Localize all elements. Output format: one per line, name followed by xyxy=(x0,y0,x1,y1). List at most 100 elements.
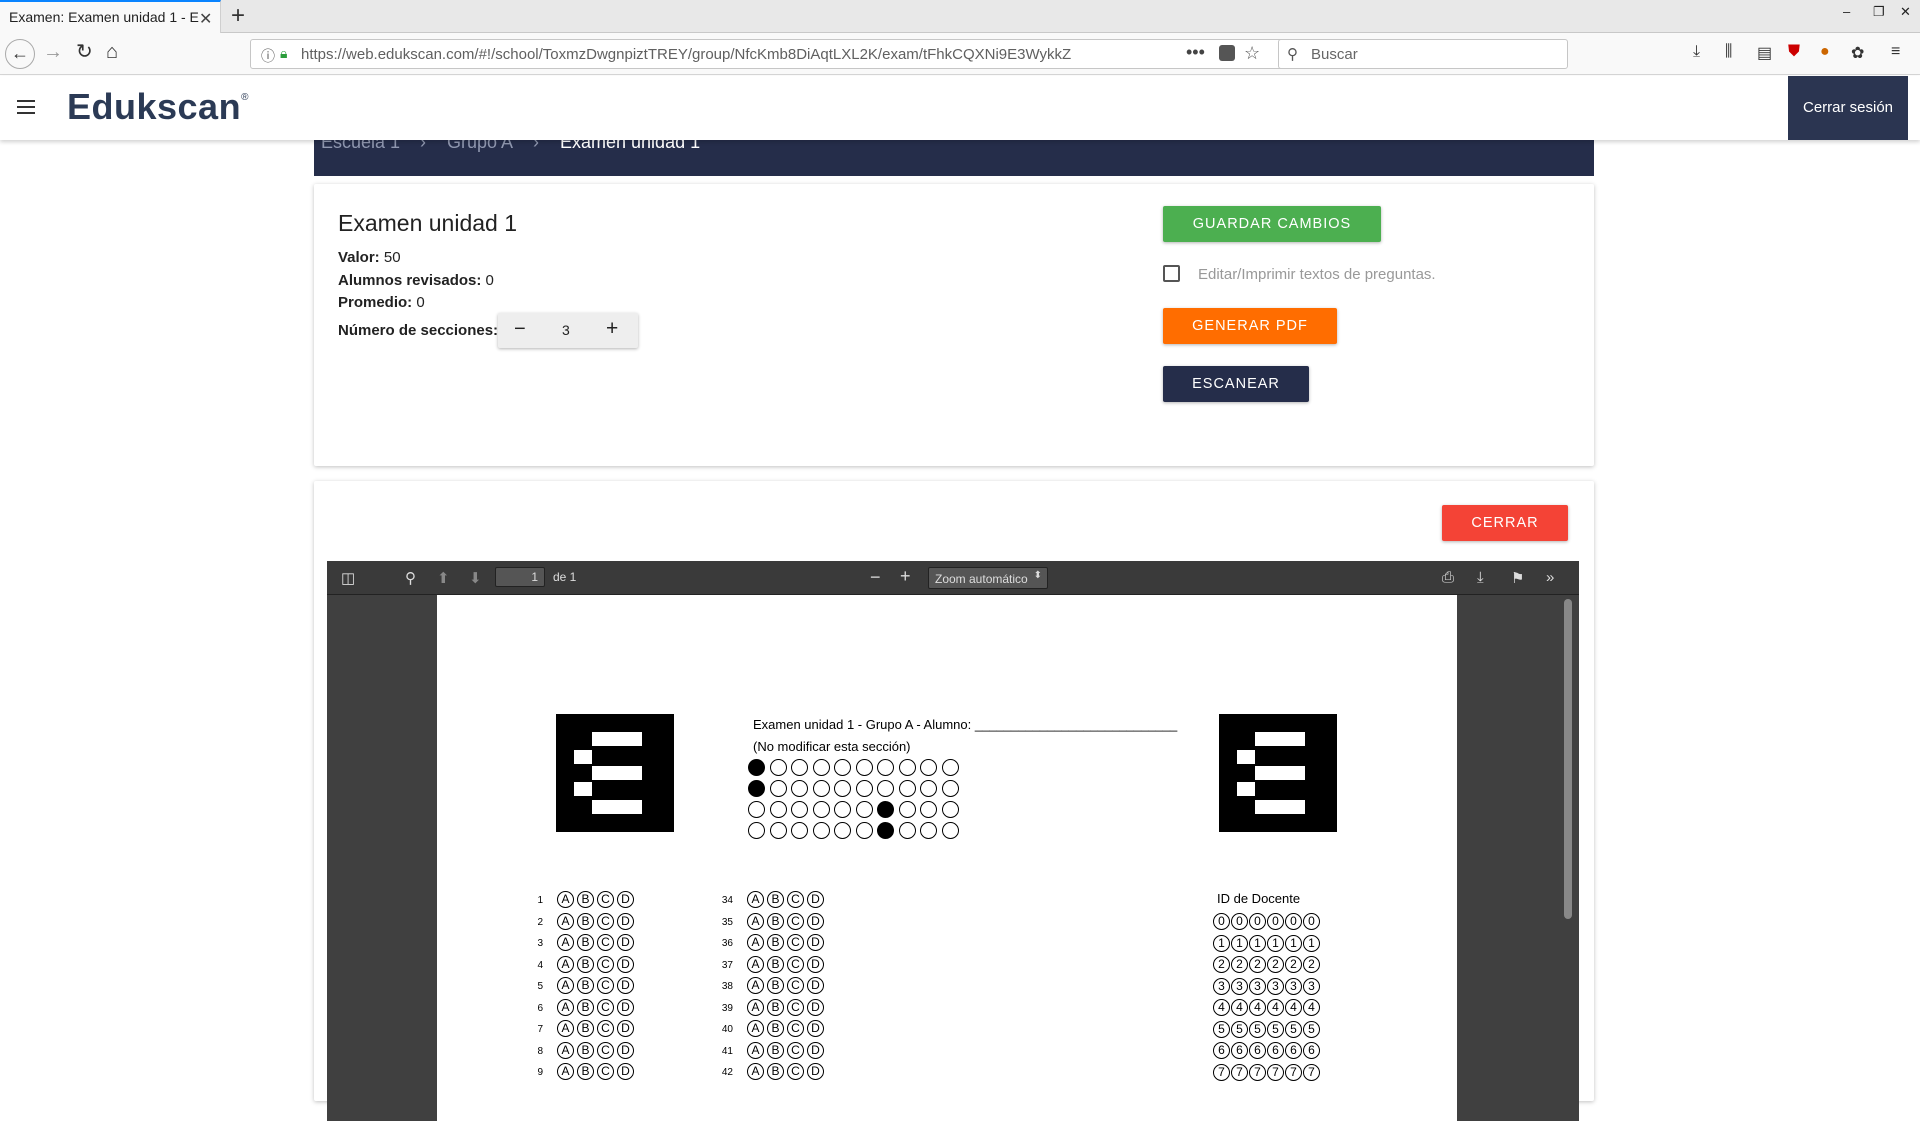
close-button[interactable]: CERRAR xyxy=(1442,505,1568,541)
answer-bubble: B xyxy=(577,1063,594,1080)
restore-icon[interactable]: ❐ xyxy=(1873,4,1885,20)
search-input[interactable]: ⚲ Buscar xyxy=(1278,39,1568,69)
home-icon[interactable]: ⌂ xyxy=(106,41,118,63)
hamburger-menu-icon[interactable] xyxy=(17,100,35,114)
answer-bubble: A xyxy=(557,934,574,951)
pocket-icon[interactable] xyxy=(1219,45,1235,61)
window-close-icon[interactable]: ✕ xyxy=(1900,4,1911,20)
back-icon[interactable]: ← xyxy=(5,39,35,69)
save-button[interactable]: GUARDAR CAMBIOS xyxy=(1163,206,1381,242)
id-digit-bubble: 4 xyxy=(1249,999,1266,1016)
code-bubble xyxy=(834,801,851,818)
increment-button[interactable]: + xyxy=(606,317,618,341)
teacher-id-row: 666666 xyxy=(1213,1042,1321,1064)
sidebar-icon[interactable]: ▤ xyxy=(1757,43,1772,63)
edit-texts-checkbox[interactable] xyxy=(1163,265,1180,282)
info-icon[interactable]: ⓘ xyxy=(261,46,275,66)
question-number: 8 xyxy=(537,1045,543,1057)
download-icon[interactable]: ⤓ xyxy=(1693,43,1700,61)
forward-icon[interactable]: → xyxy=(43,41,63,63)
url-text[interactable]: https://web.edukscan.com/#!/school/Toxmz… xyxy=(301,46,1071,63)
code-bubble xyxy=(791,822,808,839)
bookmark-icon[interactable]: ⚑ xyxy=(1511,569,1524,587)
answer-bubble: B xyxy=(767,891,784,908)
id-digit-bubble: 7 xyxy=(1231,1063,1248,1081)
code-bubble xyxy=(898,780,916,797)
answer-bubble: D xyxy=(617,934,634,951)
id-digit-bubble: 7 xyxy=(1303,1063,1320,1081)
question-row: 9 ABCD xyxy=(517,1063,637,1085)
ublock-icon[interactable]: ⛊ xyxy=(1788,43,1800,61)
question-number: 41 xyxy=(721,1045,733,1057)
question-number: 1 xyxy=(537,895,543,906)
code-bubble xyxy=(834,780,851,797)
question-row: 2 ABCD xyxy=(517,912,637,935)
browser-tab[interactable]: Examen: Examen unidad 1 - E ✕ xyxy=(0,0,221,33)
code-bubble xyxy=(791,780,808,797)
id-digit-bubble: 3 xyxy=(1231,977,1248,995)
menu-icon[interactable]: ≡ xyxy=(1891,43,1900,61)
id-digit-bubble: 6 xyxy=(1213,1042,1230,1059)
decrement-button[interactable]: − xyxy=(514,318,526,341)
alignment-marker-left xyxy=(556,714,674,832)
page-number-input[interactable]: 1 xyxy=(495,567,545,587)
id-digit-bubble: 4 xyxy=(1267,999,1284,1016)
minimize-icon[interactable]: – xyxy=(1843,4,1850,19)
sidebar-toggle-icon[interactable]: ◫ xyxy=(341,569,355,587)
question-number: 35 xyxy=(721,916,733,928)
pdf-scrollbar[interactable] xyxy=(1564,599,1572,919)
zoom-in-icon[interactable]: + xyxy=(900,566,911,587)
app-logo[interactable]: Edukscan® xyxy=(67,86,249,128)
scan-button[interactable]: ESCANEAR xyxy=(1163,366,1309,402)
download-icon[interactable]: ⤓ xyxy=(1477,569,1484,586)
answer-bubble: C xyxy=(597,955,614,973)
logout-button[interactable]: Cerrar sesión xyxy=(1788,76,1908,140)
id-digit-bubble: 4 xyxy=(1231,999,1248,1016)
tools-icon[interactable]: » xyxy=(1546,569,1554,586)
answer-bubble: B xyxy=(577,891,594,908)
page-actions-icon[interactable]: ••• xyxy=(1186,42,1205,63)
id-digit-bubble: 1 xyxy=(1213,934,1230,952)
new-tab-icon[interactable]: + xyxy=(231,2,245,30)
id-digit-bubble: 1 xyxy=(1249,934,1266,952)
tab-close-icon[interactable]: ✕ xyxy=(199,9,212,29)
find-icon[interactable]: ⚲ xyxy=(405,569,416,587)
sections-stepper[interactable]: − 3 + xyxy=(498,313,638,348)
students-reviewed: Alumnos revisados: 0 xyxy=(338,272,494,289)
question-number: 40 xyxy=(721,1024,733,1035)
code-bubble xyxy=(791,759,808,776)
url-bar[interactable]: ⓘ 🔒︎ https://web.edukscan.com/#!/school/… xyxy=(250,39,1320,69)
answer-bubble: B xyxy=(767,912,784,930)
code-bubble xyxy=(834,759,851,776)
prev-page-icon[interactable]: ⬆ xyxy=(437,569,450,587)
zoom-select[interactable]: Zoom automático ⬍ xyxy=(928,567,1048,589)
code-bubble xyxy=(748,801,765,818)
app-header: Edukscan® Cerrar sesión xyxy=(0,76,1920,140)
answer-bubble: B xyxy=(577,912,594,930)
question-row: 41 A B C D xyxy=(707,1041,827,1064)
answer-bubble: A xyxy=(747,1020,764,1037)
library-icon[interactable]: ⫼ xyxy=(1725,43,1732,61)
next-page-icon[interactable]: ⬇ xyxy=(469,569,482,587)
question-number: 2 xyxy=(537,916,543,928)
id-digit-bubble: 5 xyxy=(1213,1020,1230,1038)
answer-bubble: C xyxy=(787,977,804,994)
pdf-page: Examen unidad 1 - Grupo A - Alumno: ____… xyxy=(437,595,1457,1121)
answer-bubble: A xyxy=(557,1041,574,1059)
extension-icon-2[interactable]: ✿ xyxy=(1851,43,1864,63)
id-digit-bubble: 1 xyxy=(1231,934,1248,952)
extension-icon[interactable]: ● xyxy=(1820,43,1830,61)
bookmark-star-icon[interactable]: ☆ xyxy=(1244,43,1260,64)
generate-pdf-button[interactable]: GENERAR PDF xyxy=(1163,308,1337,344)
id-digit-bubble: 7 xyxy=(1285,1063,1302,1081)
sections-label: Número de secciones: xyxy=(338,322,499,339)
answer-bubble: C xyxy=(597,1063,614,1080)
code-bubble-grid xyxy=(748,759,963,843)
zoom-out-icon[interactable]: − xyxy=(870,567,881,588)
print-icon[interactable]: ⎙ xyxy=(1442,569,1454,586)
question-row: 8 ABCD xyxy=(517,1041,637,1064)
question-number: 3 xyxy=(537,938,543,949)
answers-column-2: 34 A B C D 35 A B C D 36 A B C D 37 A B C D 38 A B C D 39 A B C D 40 A B… xyxy=(707,891,827,1085)
reload-icon[interactable]: ↻ xyxy=(76,41,93,63)
code-bubble xyxy=(769,759,787,776)
